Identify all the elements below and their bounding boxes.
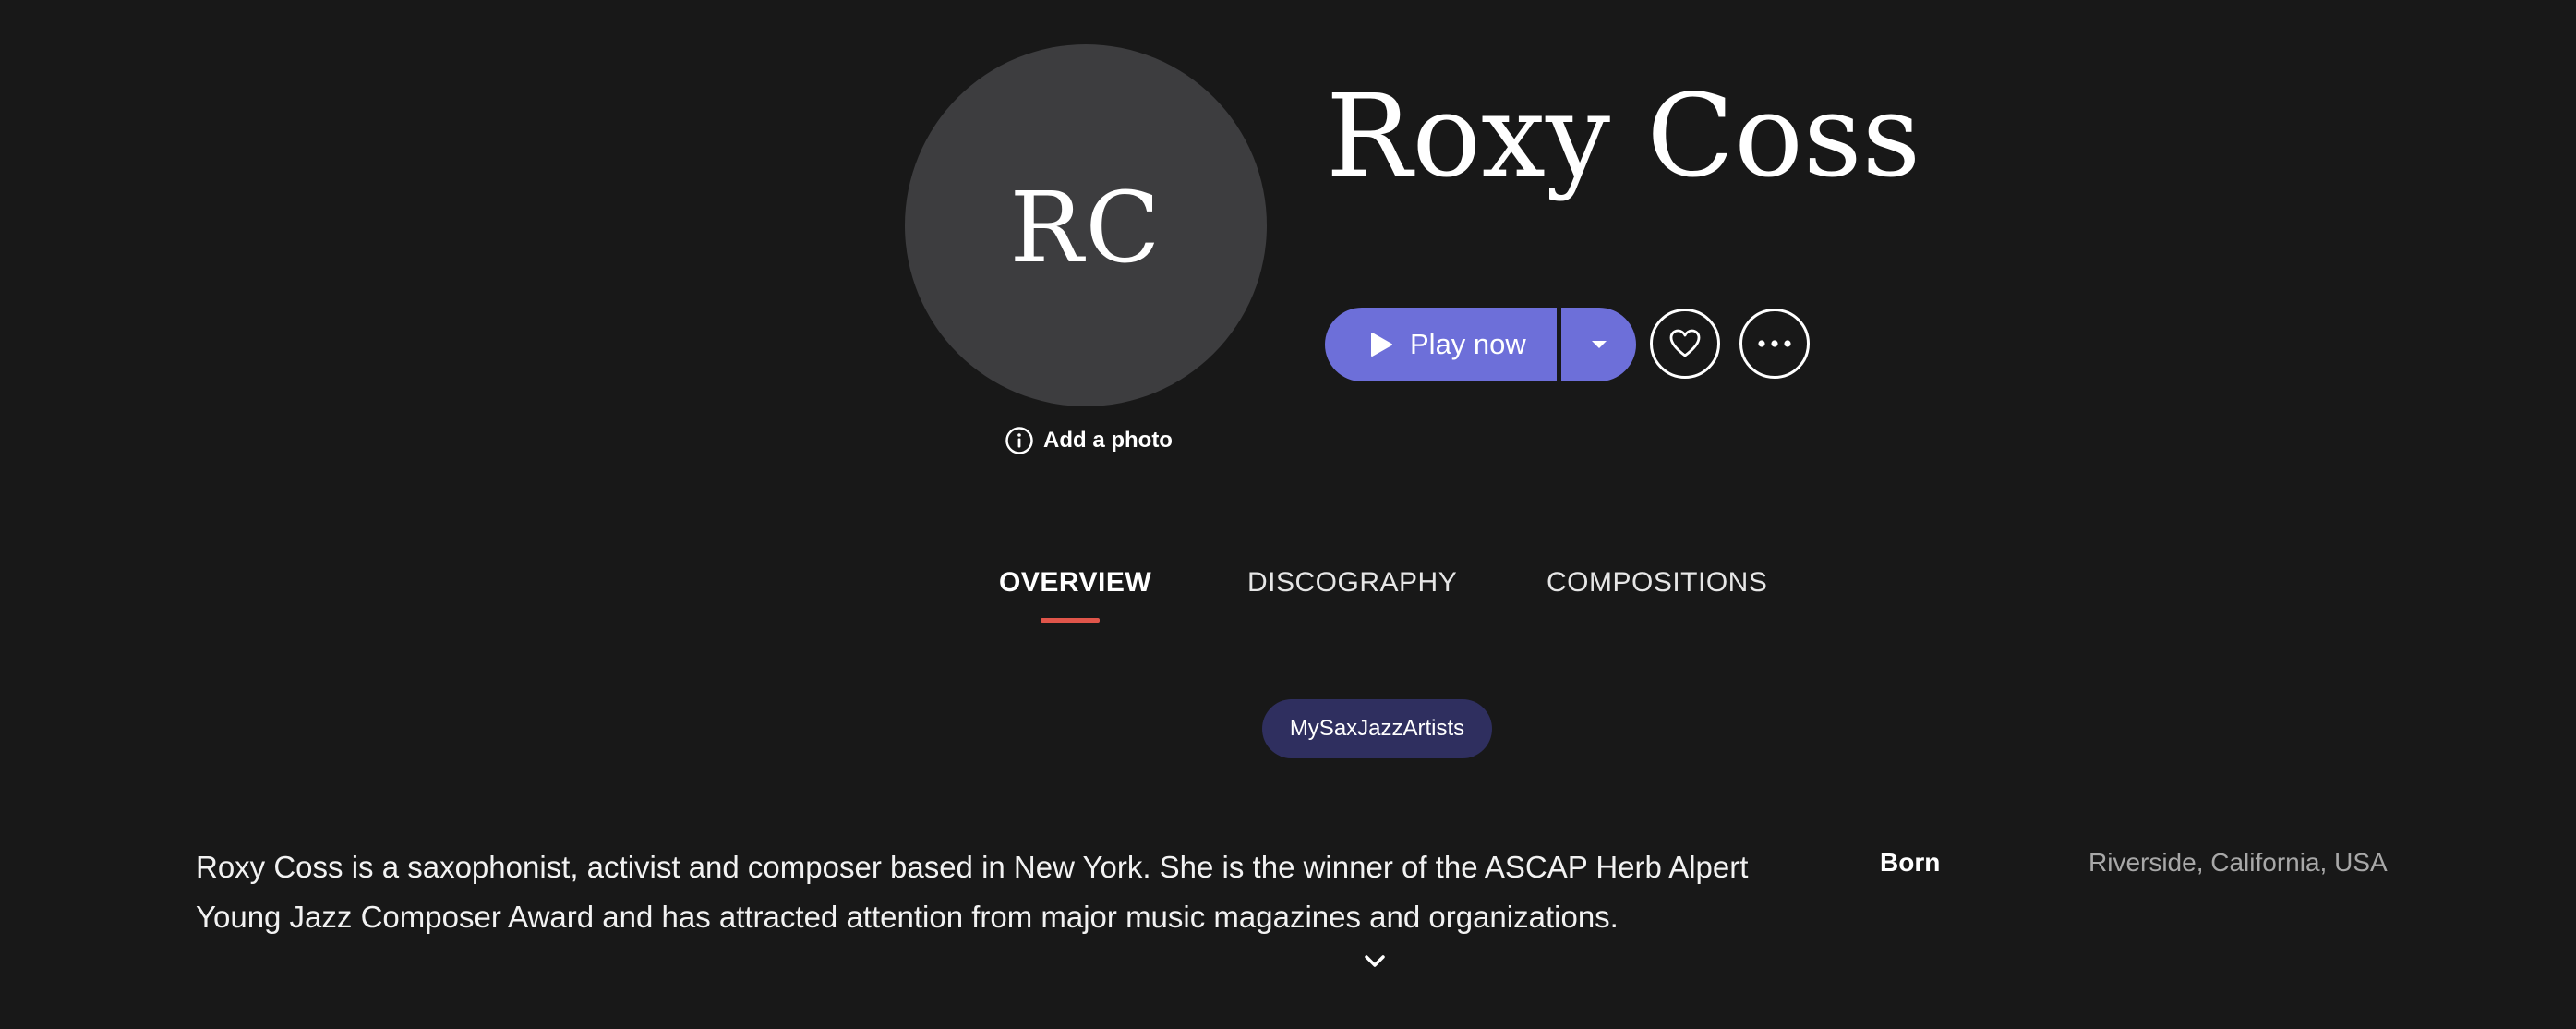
chevron-down-icon[interactable] (1363, 950, 1387, 974)
tab-bar: OVERVIEW DISCOGRAPHY COMPOSITIONS (0, 567, 2576, 623)
favorite-button[interactable] (1650, 309, 1720, 379)
tab-discography[interactable]: DISCOGRAPHY (1247, 567, 1457, 599)
play-now-button[interactable]: Play now (1325, 308, 1557, 381)
play-now-label: Play now (1410, 328, 1526, 360)
play-options-dropdown[interactable] (1561, 308, 1636, 381)
born-value: Riverside, California, USA (2088, 848, 2388, 877)
ellipsis-icon (1758, 340, 1791, 347)
caret-down-icon (1591, 341, 1607, 348)
avatar-initials: RC (1009, 170, 1162, 284)
active-tab-indicator (1041, 618, 1100, 623)
tab-overview[interactable]: OVERVIEW (999, 567, 1151, 599)
more-options-button[interactable] (1739, 309, 1810, 379)
tag-pill[interactable]: MySaxJazzArtists (1262, 699, 1492, 758)
avatar: RC (905, 44, 1267, 406)
born-label: Born (1880, 848, 1941, 877)
add-photo-label: Add a photo (1043, 428, 1173, 453)
artist-page: RC Add a photo Roxy Coss Play now OVERVI… (0, 0, 2576, 1029)
artist-name: Roxy Coss (1326, 70, 1921, 203)
play-icon (1371, 333, 1392, 357)
tab-compositions[interactable]: COMPOSITIONS (1547, 567, 1767, 599)
heart-icon (1669, 329, 1701, 357)
info-icon (1005, 427, 1033, 454)
artist-bio: Roxy Coss is a saxophonist, activist and… (196, 850, 1749, 934)
add-photo-link[interactable]: Add a photo (1005, 426, 1173, 455)
